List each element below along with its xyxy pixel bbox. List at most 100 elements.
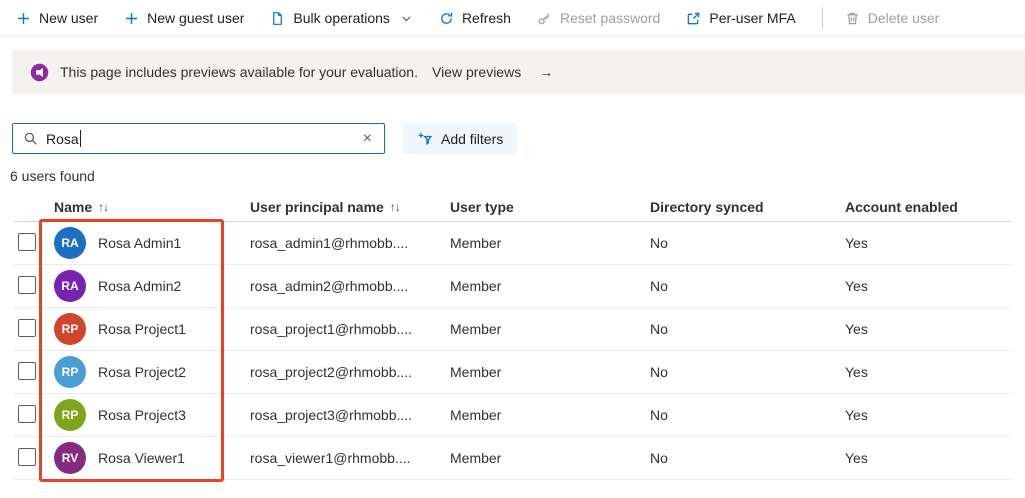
column-header-label: Account enabled — [845, 199, 958, 215]
name-cell: RP Rosa Project1 — [42, 313, 240, 345]
user-name-link[interactable]: Rosa Project1 — [98, 321, 186, 337]
table-row: RP Rosa Project3 rosa_project3@rhmobb...… — [14, 394, 1011, 437]
table-row: RP Rosa Project1 rosa_project1@rhmobb...… — [14, 308, 1011, 351]
row-checkbox[interactable] — [18, 232, 36, 251]
avatar-initials: RP — [61, 365, 79, 379]
row-checkbox-cell — [14, 318, 42, 340]
refresh-label: Refresh — [461, 10, 511, 26]
table-row: RV Rosa Viewer1 rosa_viewer1@rhmobb.... … — [14, 437, 1011, 480]
search-icon — [23, 131, 38, 146]
trash-icon — [845, 11, 860, 26]
user-principal-name: rosa_project1@rhmobb.... — [250, 321, 413, 337]
preview-banner: This page includes previews available fo… — [12, 50, 1025, 94]
account-enabled: Yes — [845, 364, 868, 380]
column-header-label: User type — [450, 199, 514, 215]
table-header-row: Name ↑↓ User principal name ↑↓ User type… — [14, 193, 1011, 222]
column-header-user-type: User type — [440, 199, 640, 215]
user-principal-name: rosa_admin1@rhmobb.... — [250, 235, 409, 251]
account-enabled: Yes — [845, 278, 868, 294]
add-filters-button[interactable]: Add filters — [403, 123, 518, 154]
refresh-button[interactable]: Refresh — [439, 10, 511, 26]
view-previews-link[interactable]: View previews — [432, 64, 521, 80]
directory-synced: No — [650, 407, 668, 423]
reset-password-button[interactable]: Reset password — [537, 10, 660, 26]
search-input[interactable]: Rosa × — [12, 123, 385, 154]
text-caret — [79, 130, 82, 147]
row-checkbox-cell — [14, 447, 42, 469]
results-count: 6 users found — [10, 168, 95, 184]
user-type: Member — [450, 450, 502, 466]
user-type: Member — [450, 278, 502, 294]
row-checkbox[interactable] — [18, 447, 36, 466]
clear-search-button[interactable]: × — [361, 130, 374, 147]
users-list-page: { "toolbar": { "items": [ { "label": "Ne… — [0, 0, 1025, 498]
delete-user-label: Delete user — [867, 10, 940, 26]
avatar: RP — [54, 313, 86, 345]
name-cell: RP Rosa Project2 — [42, 356, 240, 388]
toolbar-divider — [821, 7, 823, 29]
row-checkbox[interactable] — [18, 275, 36, 294]
avatar-initials: RV — [61, 451, 79, 465]
column-header-directory-synced: Directory synced — [640, 199, 835, 215]
command-bar: New user New guest user Bulk operations … — [0, 0, 1025, 37]
per-user-mfa-label: Per-user MFA — [709, 10, 796, 26]
user-name-link[interactable]: Rosa Admin1 — [98, 235, 181, 251]
search-filter-row: Rosa × Add filters — [12, 123, 1025, 154]
name-cell: RA Rosa Admin1 — [42, 227, 240, 259]
plus-icon — [124, 11, 139, 26]
key-icon — [537, 11, 552, 26]
megaphone-icon — [30, 63, 49, 82]
per-user-mfa-button[interactable]: Per-user MFA — [686, 10, 796, 26]
user-table-body: RA Rosa Admin1 rosa_admin1@rhmobb.... Me… — [14, 222, 1011, 480]
bulk-operations-button[interactable]: Bulk operations — [270, 10, 413, 26]
account-enabled: Yes — [845, 450, 868, 466]
account-enabled: Yes — [845, 407, 868, 423]
account-enabled: Yes — [845, 321, 868, 337]
user-name-link[interactable]: Rosa Viewer1 — [98, 450, 185, 466]
directory-synced: No — [650, 278, 668, 294]
avatar: RV — [54, 442, 86, 474]
name-cell: RA Rosa Admin2 — [42, 270, 240, 302]
avatar-initials: RP — [61, 408, 79, 422]
table-row: RA Rosa Admin1 rosa_admin1@rhmobb.... Me… — [14, 222, 1011, 265]
user-type: Member — [450, 321, 502, 337]
sort-icon: ↑↓ — [98, 200, 109, 214]
user-principal-name: rosa_admin2@rhmobb.... — [250, 278, 409, 294]
row-checkbox-cell — [14, 361, 42, 383]
row-checkbox-cell — [14, 404, 42, 426]
directory-synced: No — [650, 364, 668, 380]
external-link-icon — [686, 11, 701, 26]
row-checkbox[interactable] — [18, 361, 36, 380]
avatar: RP — [54, 399, 86, 431]
avatar-initials: RA — [61, 236, 79, 250]
add-filter-icon — [417, 131, 433, 147]
user-name-link[interactable]: Rosa Project3 — [98, 407, 186, 423]
user-name-link[interactable]: Rosa Project2 — [98, 364, 186, 380]
user-principal-name: rosa_project2@rhmobb.... — [250, 364, 413, 380]
column-header-upn[interactable]: User principal name ↑↓ — [240, 199, 440, 215]
chevron-down-icon — [400, 12, 413, 25]
avatar-initials: RA — [61, 279, 79, 293]
plus-icon — [16, 11, 31, 26]
user-principal-name: rosa_project3@rhmobb.... — [250, 407, 413, 423]
column-header-label: User principal name — [250, 199, 384, 215]
new-user-label: New user — [39, 10, 99, 26]
banner-message: This page includes previews available fo… — [60, 64, 418, 80]
delete-user-button[interactable]: Delete user — [845, 10, 940, 26]
column-header-name[interactable]: Name ↑↓ — [42, 199, 240, 215]
row-checkbox-cell — [14, 232, 42, 254]
user-type: Member — [450, 407, 502, 423]
user-name-link[interactable]: Rosa Admin2 — [98, 278, 181, 294]
row-checkbox[interactable] — [18, 318, 36, 337]
directory-synced: No — [650, 235, 668, 251]
user-type: Member — [450, 235, 502, 251]
refresh-icon — [439, 11, 454, 26]
new-user-button[interactable]: New user — [16, 10, 98, 26]
users-table: Name ↑↓ User principal name ↑↓ User type… — [14, 193, 1011, 482]
user-principal-name: rosa_viewer1@rhmobb.... — [250, 450, 411, 466]
new-guest-user-button[interactable]: New guest user — [124, 10, 244, 26]
avatar-initials: RP — [61, 322, 79, 336]
row-checkbox[interactable] — [18, 404, 36, 423]
column-header-label: Name — [54, 199, 93, 215]
column-header-label: Directory synced — [650, 199, 764, 215]
